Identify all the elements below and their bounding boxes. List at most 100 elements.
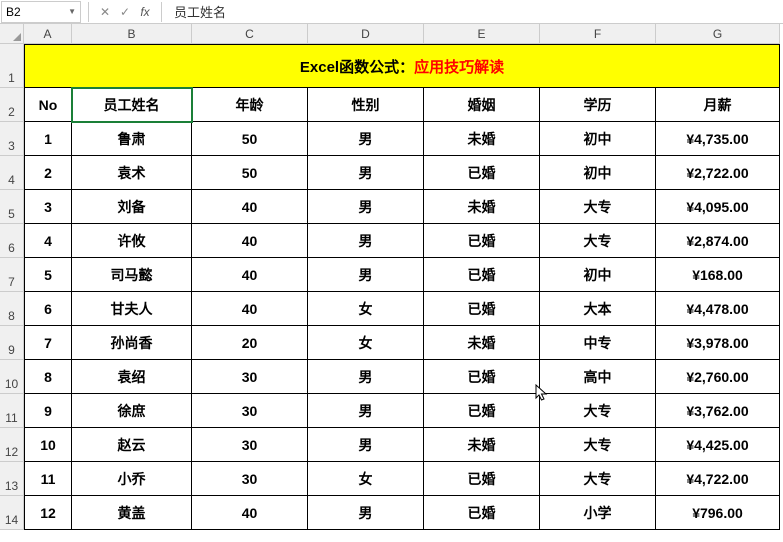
cell-no[interactable]: 2 xyxy=(24,156,72,190)
cell-name[interactable]: 甘夫人 xyxy=(72,292,192,326)
cell-gender[interactable]: 男 xyxy=(308,156,424,190)
cell-name[interactable]: 司马懿 xyxy=(72,258,192,292)
col-header-B[interactable]: B xyxy=(72,24,192,44)
cell-gender[interactable]: 男 xyxy=(308,122,424,156)
cell-no[interactable]: 11 xyxy=(24,462,72,496)
row-header-11[interactable]: 11 xyxy=(0,394,24,428)
cell-age[interactable]: 40 xyxy=(192,292,308,326)
cell-salary[interactable]: ¥4,722.00 xyxy=(656,462,780,496)
cell-age[interactable]: 50 xyxy=(192,156,308,190)
cell-education[interactable]: 大专 xyxy=(540,394,656,428)
row-header-6[interactable]: 6 xyxy=(0,224,24,258)
cell-gender[interactable]: 女 xyxy=(308,326,424,360)
row-header-10[interactable]: 10 xyxy=(0,360,24,394)
row-header-13[interactable]: 13 xyxy=(0,462,24,496)
cell-no[interactable]: 12 xyxy=(24,496,72,530)
cell-age[interactable]: 40 xyxy=(192,224,308,258)
cell-salary[interactable]: ¥3,978.00 xyxy=(656,326,780,360)
header-marriage[interactable]: 婚姻 xyxy=(424,88,540,122)
cell-education[interactable]: 初中 xyxy=(540,156,656,190)
row-header-14[interactable]: 14 xyxy=(0,496,24,530)
cell-education[interactable]: 初中 xyxy=(540,122,656,156)
cell-age[interactable]: 50 xyxy=(192,122,308,156)
cell-salary[interactable]: ¥4,478.00 xyxy=(656,292,780,326)
cell-education[interactable]: 大本 xyxy=(540,292,656,326)
cell-marriage[interactable]: 未婚 xyxy=(424,122,540,156)
cell-education[interactable]: 高中 xyxy=(540,360,656,394)
cell-name[interactable]: 刘备 xyxy=(72,190,192,224)
cell-marriage[interactable]: 已婚 xyxy=(424,462,540,496)
cell-no[interactable]: 8 xyxy=(24,360,72,394)
cell-education[interactable]: 初中 xyxy=(540,258,656,292)
cell-age[interactable]: 40 xyxy=(192,258,308,292)
cell-salary[interactable]: ¥2,760.00 xyxy=(656,360,780,394)
cell-gender[interactable]: 男 xyxy=(308,190,424,224)
cell-no[interactable]: 10 xyxy=(24,428,72,462)
cell-age[interactable]: 30 xyxy=(192,462,308,496)
row-header-9[interactable]: 9 xyxy=(0,326,24,360)
row-header-4[interactable]: 4 xyxy=(0,156,24,190)
col-header-A[interactable]: A xyxy=(24,24,72,44)
cell-no[interactable]: 9 xyxy=(24,394,72,428)
cell-name[interactable]: 徐庶 xyxy=(72,394,192,428)
cell-no[interactable]: 6 xyxy=(24,292,72,326)
cell-gender[interactable]: 女 xyxy=(308,292,424,326)
cell-no[interactable]: 3 xyxy=(24,190,72,224)
cell-gender[interactable]: 男 xyxy=(308,224,424,258)
cell-education[interactable]: 大专 xyxy=(540,428,656,462)
row-header-12[interactable]: 12 xyxy=(0,428,24,462)
row-header-7[interactable]: 7 xyxy=(0,258,24,292)
cell-salary[interactable]: ¥4,425.00 xyxy=(656,428,780,462)
row-header-1[interactable]: 1 xyxy=(0,44,24,88)
cell-age[interactable]: 30 xyxy=(192,428,308,462)
accept-icon[interactable]: ✓ xyxy=(115,2,135,22)
cell-age[interactable]: 40 xyxy=(192,496,308,530)
cell-name[interactable]: 袁绍 xyxy=(72,360,192,394)
col-header-C[interactable]: C xyxy=(192,24,308,44)
cell-salary[interactable]: ¥3,762.00 xyxy=(656,394,780,428)
col-header-E[interactable]: E xyxy=(424,24,540,44)
cell-marriage[interactable]: 已婚 xyxy=(424,258,540,292)
cell-salary[interactable]: ¥796.00 xyxy=(656,496,780,530)
cell-education[interactable]: 小学 xyxy=(540,496,656,530)
cell-marriage[interactable]: 已婚 xyxy=(424,292,540,326)
cell-salary[interactable]: ¥168.00 xyxy=(656,258,780,292)
cell-education[interactable]: 大专 xyxy=(540,462,656,496)
row-header-3[interactable]: 3 xyxy=(0,122,24,156)
cell-gender[interactable]: 男 xyxy=(308,496,424,530)
row-header-2[interactable]: 2 xyxy=(0,88,24,122)
cell-education[interactable]: 中专 xyxy=(540,326,656,360)
cell-marriage[interactable]: 未婚 xyxy=(424,190,540,224)
col-header-D[interactable]: D xyxy=(308,24,424,44)
header-age[interactable]: 年龄 xyxy=(192,88,308,122)
header-name[interactable]: 员工姓名 xyxy=(72,88,192,122)
fx-icon[interactable]: fx xyxy=(135,2,155,22)
header-salary[interactable]: 月薪 xyxy=(656,88,780,122)
cell-age[interactable]: 30 xyxy=(192,394,308,428)
header-no[interactable]: No xyxy=(24,88,72,122)
cell-age[interactable]: 20 xyxy=(192,326,308,360)
col-header-F[interactable]: F xyxy=(540,24,656,44)
cell-no[interactable]: 1 xyxy=(24,122,72,156)
title-cell[interactable]: Excel函数公式： 应用技巧解读 xyxy=(24,44,780,88)
cell-name[interactable]: 袁术 xyxy=(72,156,192,190)
chevron-down-icon[interactable]: ▼ xyxy=(68,7,76,16)
cell-marriage[interactable]: 未婚 xyxy=(424,428,540,462)
cell-salary[interactable]: ¥4,095.00 xyxy=(656,190,780,224)
cell-no[interactable]: 5 xyxy=(24,258,72,292)
cell-name[interactable]: 孙尚香 xyxy=(72,326,192,360)
cell-marriage[interactable]: 已婚 xyxy=(424,394,540,428)
name-box[interactable]: B2 ▼ xyxy=(1,1,81,23)
cell-name[interactable]: 赵云 xyxy=(72,428,192,462)
cell-marriage[interactable]: 已婚 xyxy=(424,360,540,394)
cell-age[interactable]: 40 xyxy=(192,190,308,224)
col-header-G[interactable]: G xyxy=(656,24,780,44)
cell-no[interactable]: 4 xyxy=(24,224,72,258)
cell-name[interactable]: 许攸 xyxy=(72,224,192,258)
row-header-8[interactable]: 8 xyxy=(0,292,24,326)
cell-gender[interactable]: 男 xyxy=(308,394,424,428)
cell-salary[interactable]: ¥2,722.00 xyxy=(656,156,780,190)
cell-education[interactable]: 大专 xyxy=(540,190,656,224)
header-gender[interactable]: 性别 xyxy=(308,88,424,122)
cell-salary[interactable]: ¥2,874.00 xyxy=(656,224,780,258)
